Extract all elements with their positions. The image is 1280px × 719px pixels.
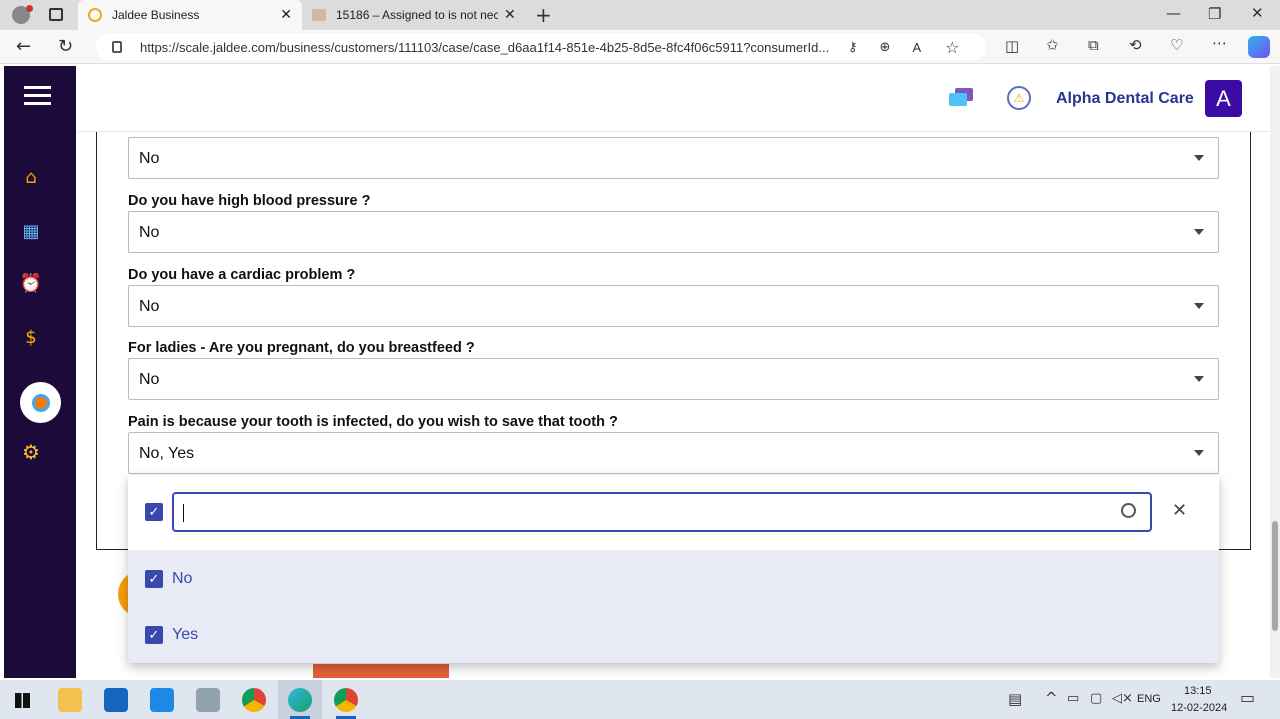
question-select[interactable]: No: [128, 285, 1219, 327]
file-explorer-icon[interactable]: [58, 688, 82, 712]
select-all-checkbox[interactable]: ✓: [145, 503, 163, 521]
home-icon[interactable]: ⌂: [20, 166, 42, 188]
collections-icon[interactable]: ⧉: [1088, 38, 1099, 53]
chevron-down-icon: [1194, 450, 1204, 456]
page-scrollbar[interactable]: [1270, 66, 1280, 678]
alarm-clock-icon[interactable]: ⏰: [20, 272, 42, 294]
dropdown-option[interactable]: ✓ Yes: [128, 606, 1219, 663]
browser-address-bar: ← ↻ https://scale.jaldee.com/business/cu…: [0, 30, 1280, 64]
option-label: No: [172, 570, 193, 587]
multiselect-dropdown-panel: ✓ ✕ ✓ No ✓ Yes: [128, 475, 1219, 663]
sidebar: ⌂ ▦ ⏰ $ ⚙: [4, 66, 76, 678]
volume-muted-icon[interactable]: ◁×: [1112, 692, 1133, 705]
dropdown-search-input[interactable]: [172, 492, 1152, 532]
tab-jaldee-business[interactable]: Jaldee Business ✕: [78, 0, 302, 30]
close-tab-icon[interactable]: ✕: [280, 7, 292, 23]
question-label: Do you have a cardiac problem ?: [128, 267, 356, 283]
action-button-strip: [313, 664, 449, 678]
scrollbar-thumb[interactable]: [1272, 521, 1278, 631]
language-indicator[interactable]: ENG: [1137, 693, 1161, 705]
restore-icon[interactable]: ❐: [1208, 7, 1221, 22]
question-multiselect[interactable]: No, Yes: [128, 432, 1219, 474]
select-value: No: [139, 224, 160, 241]
back-icon[interactable]: ←: [16, 38, 31, 56]
text-cursor: [183, 504, 184, 522]
copilot-icon[interactable]: [1248, 36, 1270, 58]
store-icon[interactable]: [104, 688, 128, 712]
question-label: For ladies - Are you pregnant, do you br…: [128, 340, 475, 356]
url-text: https://scale.jaldee.com/business/custom…: [140, 39, 830, 55]
browser-tab-bar: Jaldee Business ✕ 15186 – Assigned to is…: [0, 0, 1280, 30]
ticket-favicon-icon: [312, 9, 326, 21]
select-value: No, Yes: [139, 445, 195, 462]
mail-icon[interactable]: [150, 688, 174, 712]
question-label: Pain is because your tooth is infected, …: [128, 414, 618, 430]
question-select[interactable]: No: [128, 211, 1219, 253]
chrome-icon[interactable]: [334, 688, 358, 712]
tab-title: Jaldee Business: [112, 8, 200, 22]
close-window-icon[interactable]: ✕: [1251, 6, 1264, 21]
tab-ticket[interactable]: 15186 – Assigned to is not neces ✕: [304, 0, 526, 30]
profile-notification-dot: [26, 5, 33, 12]
question-label: Do you have high blood pressure ?: [128, 193, 371, 209]
chevron-down-icon: [1194, 303, 1204, 309]
browser-essentials-icon[interactable]: ♡: [1170, 38, 1183, 53]
zoom-icon[interactable]: ⊕: [880, 40, 891, 55]
windows-start-icon[interactable]: [15, 693, 30, 708]
news-icon[interactable]: ▤: [1008, 692, 1022, 707]
chat-icon[interactable]: [949, 88, 973, 108]
jaldee-favicon-icon: [88, 8, 102, 22]
option-checkbox[interactable]: ✓: [145, 626, 163, 644]
chrome-icon[interactable]: [242, 688, 266, 712]
url-field[interactable]: https://scale.jaldee.com/business/custom…: [96, 33, 986, 61]
tab-title: 15186 – Assigned to is not neces: [336, 8, 498, 22]
question-select[interactable]: No: [128, 358, 1219, 400]
app-icon[interactable]: [196, 688, 220, 712]
tab-actions-icon[interactable]: [49, 8, 63, 21]
billing-icon[interactable]: $: [20, 326, 42, 348]
history-icon[interactable]: ⟲: [1129, 38, 1142, 53]
chevron-up-icon[interactable]: ^: [1045, 691, 1058, 706]
windows-taskbar: ▤ ^ ▭ ▢ ◁× ENG 13:15 12-02-2024 ▭: [0, 680, 1280, 719]
select-value: No: [139, 150, 160, 167]
split-screen-icon[interactable]: ◫: [1005, 39, 1019, 54]
avatar[interactable]: A: [1205, 80, 1242, 117]
alert-icon[interactable]: ⚠: [1007, 86, 1031, 110]
question-select[interactable]: No: [128, 137, 1219, 179]
search-icon[interactable]: [1121, 503, 1136, 518]
select-value: No: [139, 298, 160, 315]
business-name[interactable]: Alpha Dental Care: [1056, 90, 1194, 108]
minimize-icon[interactable]: —: [1166, 6, 1181, 21]
chevron-down-icon: [1194, 376, 1204, 382]
calendar-icon[interactable]: ▦: [20, 220, 42, 242]
option-label: Yes: [172, 626, 199, 643]
new-tab-icon[interactable]: +: [535, 5, 552, 25]
chevron-down-icon: [1194, 155, 1204, 161]
option-checkbox[interactable]: ✓: [145, 570, 163, 588]
dropdown-option[interactable]: ✓ No: [128, 550, 1219, 606]
reload-icon[interactable]: ↻: [58, 38, 73, 56]
notifications-icon[interactable]: ▭: [1240, 690, 1255, 706]
clock-date[interactable]: 12-02-2024: [1171, 702, 1227, 714]
clock-time[interactable]: 13:15: [1184, 685, 1212, 697]
settings-gear-icon[interactable]: ⚙: [20, 440, 42, 464]
battery-icon[interactable]: ▭: [1067, 692, 1079, 705]
key-icon[interactable]: ⚷: [848, 40, 858, 55]
chevron-down-icon: [1194, 229, 1204, 235]
favorite-star-icon[interactable]: ☆: [945, 38, 959, 57]
select-value: No: [139, 371, 160, 388]
more-menu-icon[interactable]: ⋯: [1212, 36, 1227, 51]
hamburger-menu-icon[interactable]: [24, 86, 51, 106]
edge-icon[interactable]: [288, 688, 312, 712]
read-aloud-icon[interactable]: A: [912, 40, 921, 55]
favorites-icon[interactable]: ✩: [1046, 38, 1059, 53]
app-header: ⚠ Alpha Dental Care A: [76, 66, 1270, 132]
lock-icon: [112, 41, 122, 53]
customers-icon[interactable]: [20, 382, 61, 423]
close-tab-icon[interactable]: ✕: [504, 7, 516, 23]
close-dropdown-icon[interactable]: ✕: [1172, 500, 1187, 521]
network-icon[interactable]: ▢: [1090, 692, 1102, 705]
